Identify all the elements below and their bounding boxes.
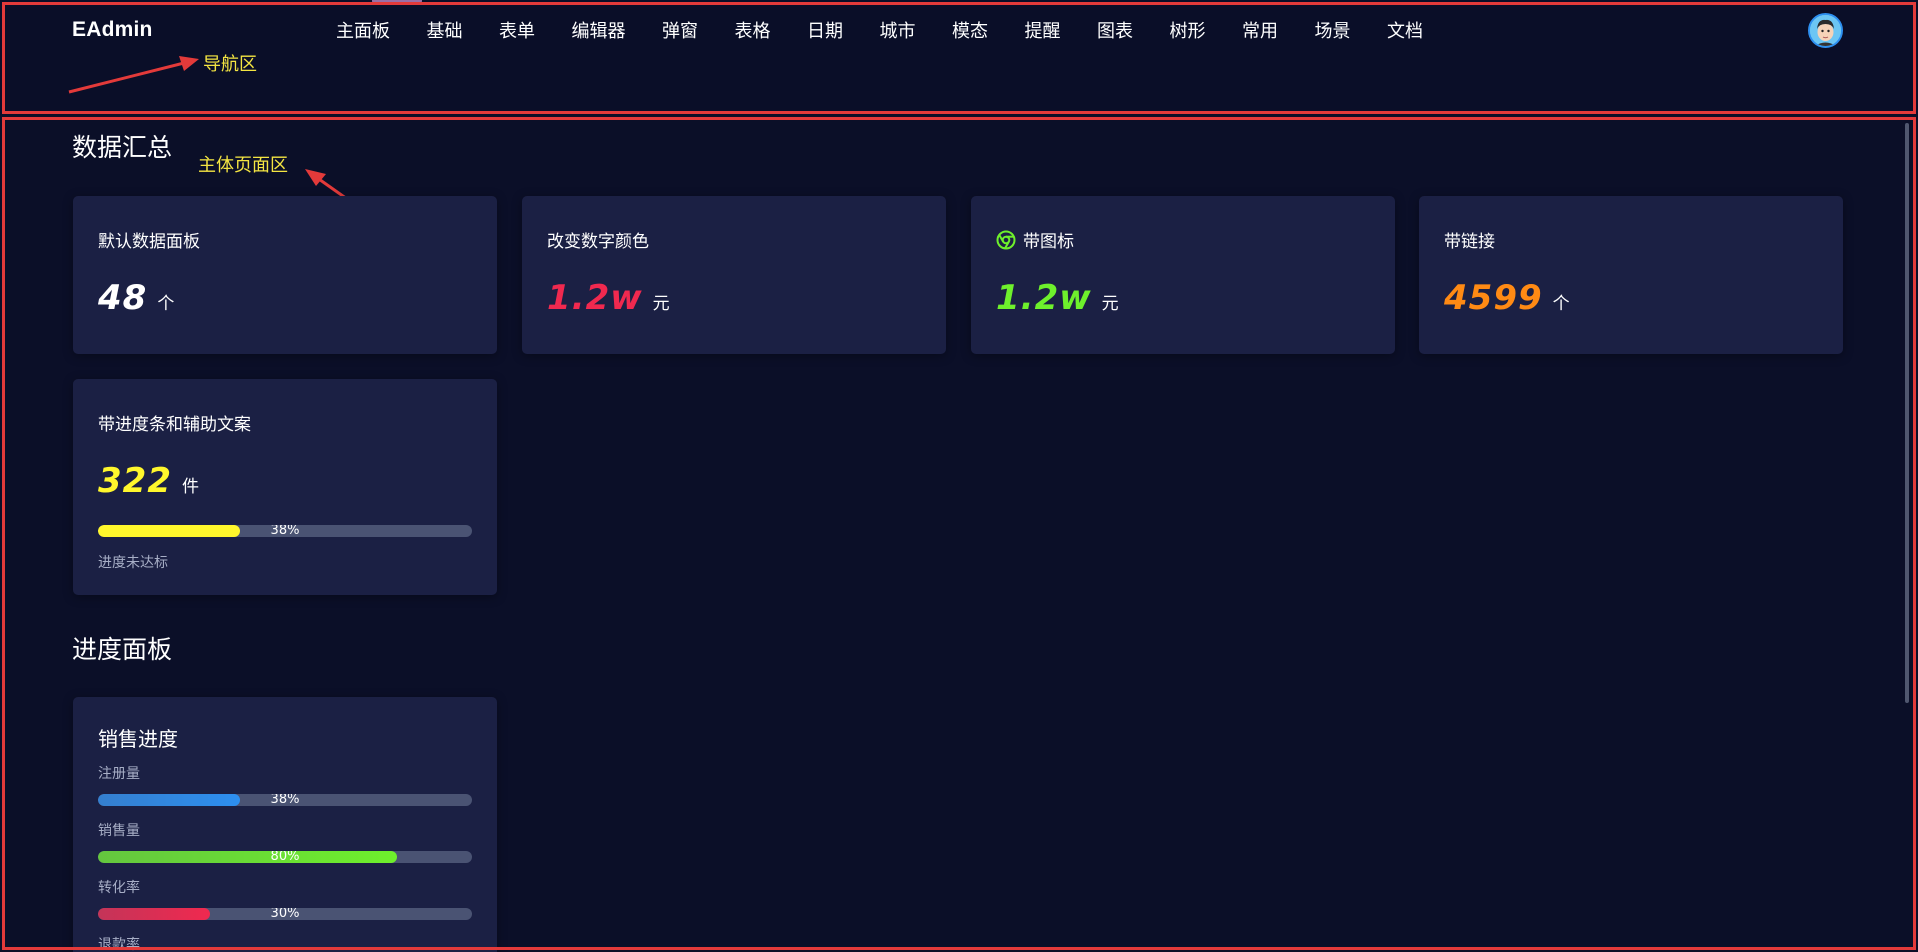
progress-note: 进度未达标: [98, 555, 168, 571]
menu-item-docs[interactable]: 文档: [1387, 19, 1423, 45]
stat-card-value-group: 1.2w 元: [996, 278, 1119, 318]
panel-title: 销售进度: [98, 727, 178, 751]
user-avatar[interactable]: [1808, 13, 1843, 48]
section-title-progress: 进度面板: [72, 635, 173, 664]
progress-row-label: 注册量: [98, 766, 140, 782]
nav-annotation-arrow: [68, 56, 199, 94]
stat-card-value-group: 48 个: [98, 278, 174, 318]
progress-bar-percent: 30%: [270, 908, 300, 920]
stat-card-value-group: 322 件: [98, 461, 199, 501]
progress-bar-percent: 80%: [270, 851, 300, 863]
menu-item-table[interactable]: 表格: [735, 19, 771, 45]
menu-item-city[interactable]: 城市: [880, 19, 916, 45]
stat-card-number: 1.2w: [996, 278, 1092, 318]
section-title-summary: 数据汇总: [72, 133, 173, 162]
stat-card-colored: 改变数字颜色 1.2w 元: [522, 196, 946, 354]
progress-row-label: 退款率: [98, 937, 140, 952]
main-annotation-label: 主体页面区: [198, 155, 288, 176]
stat-card-title: 改变数字颜色: [547, 232, 649, 252]
menu-item-scene[interactable]: 场景: [1315, 19, 1351, 45]
avatar-face-icon: [1810, 15, 1841, 46]
menu-item-dashboard[interactable]: 主面板: [336, 19, 390, 45]
stat-card-unit: 个: [1552, 294, 1570, 314]
app-logo[interactable]: EAdmin: [72, 18, 153, 42]
stat-card-default: 默认数据面板 48 个: [73, 196, 497, 354]
stat-card-number: 322: [98, 461, 172, 501]
menu-item-editor[interactable]: 编辑器: [572, 19, 626, 45]
stat-card-title: 带链接: [1444, 232, 1495, 252]
page-scrollbar[interactable]: [1905, 123, 1909, 703]
stat-card-unit: 个: [157, 294, 175, 314]
progress-bar-percent: 38%: [270, 794, 300, 806]
menu-item-date[interactable]: 日期: [807, 19, 843, 45]
top-navbar: EAdmin 主面板 基础 表单 编辑器 弹窗 表格 日期 城市 模态 提醒 图…: [0, 0, 1918, 115]
stat-card-progress: 带进度条和辅助文案 322 件 38% 进度未达标: [73, 379, 497, 595]
progress-bar-percent: 38%: [270, 525, 300, 537]
stat-card-title: 默认数据面板: [98, 232, 200, 252]
menu-item-modal[interactable]: 模态: [952, 19, 988, 45]
active-menu-indicator: [372, 0, 422, 4]
progress-bar: 38%: [98, 525, 472, 537]
nav-annotation-label: 导航区: [203, 54, 257, 75]
menu-item-chart[interactable]: 图表: [1097, 19, 1133, 45]
progress-row-label: 销售量: [98, 823, 140, 839]
stat-card-with-link[interactable]: 带链接 4599 个: [1419, 196, 1843, 354]
stat-card-number: 4599: [1444, 278, 1543, 318]
stat-card-unit: 件: [181, 477, 199, 497]
menu-item-form[interactable]: 表单: [499, 19, 535, 45]
stat-card-with-icon: 带图标 1.2w 元: [971, 196, 1395, 354]
progress-row-label: 转化率: [98, 880, 140, 896]
stat-card-title-row: 带图标: [996, 227, 1074, 252]
stat-card-number: 1.2w: [547, 278, 643, 318]
progress-bar: 30%: [98, 908, 472, 920]
progress-bar: 38%: [98, 794, 472, 806]
stat-card-value-group: 1.2w 元: [547, 278, 670, 318]
stat-card-title: 带进度条和辅助文案: [98, 415, 251, 435]
stat-card-number: 48: [98, 278, 148, 318]
stat-card-unit: 元: [1101, 294, 1119, 314]
menu-item-basic[interactable]: 基础: [427, 19, 463, 45]
progress-bar: 80%: [98, 851, 472, 863]
stat-card-title: 带图标: [1023, 232, 1074, 252]
stat-card-value-group: 4599 个: [1444, 278, 1570, 318]
menu-item-notice[interactable]: 提醒: [1025, 19, 1061, 45]
menu-item-popup[interactable]: 弹窗: [662, 19, 698, 45]
main-menu: 主面板 基础 表单 编辑器 弹窗 表格 日期 城市 模态 提醒 图表 树形 常用…: [336, 19, 1460, 45]
stat-card-unit: 元: [652, 294, 670, 314]
menu-item-tree[interactable]: 树形: [1170, 19, 1206, 45]
sales-progress-panel: 销售进度 注册量 38% 销售量 80% 转化率 30% 退款率: [73, 697, 497, 952]
chrome-icon: [996, 230, 1016, 249]
menu-item-common[interactable]: 常用: [1242, 19, 1278, 45]
